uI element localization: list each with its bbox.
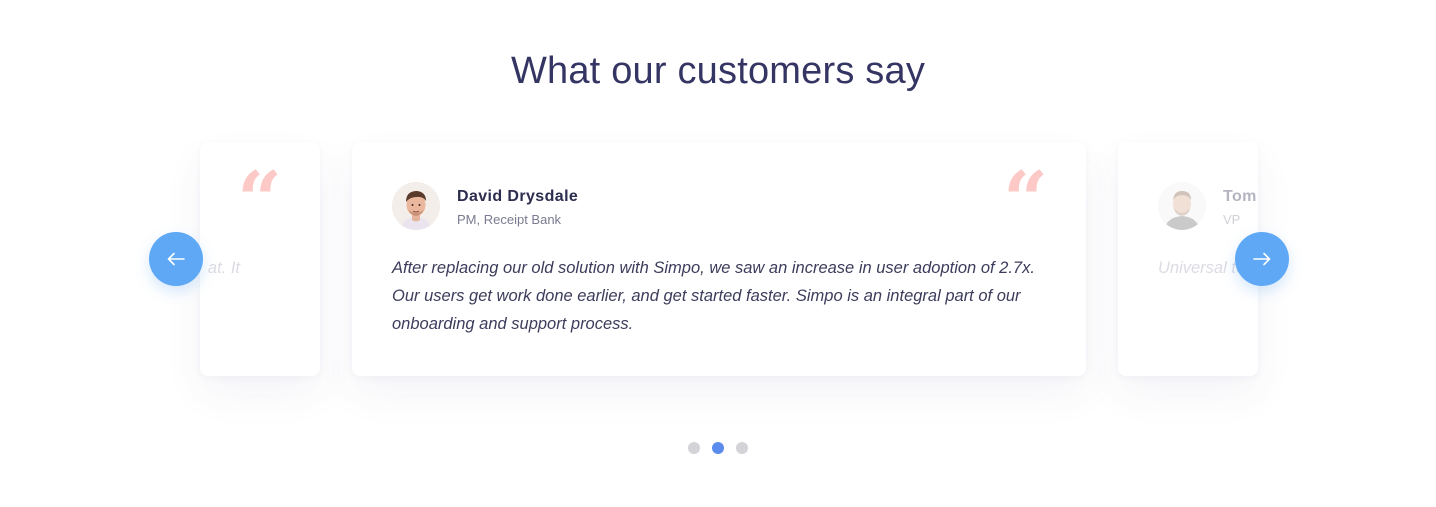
section-title: What our customers say (510, 50, 926, 92)
testimonial-author-name: Tom (1223, 188, 1257, 205)
arrow-left-icon (167, 252, 185, 266)
pagination-dots (0, 442, 1436, 454)
avatar-person-icon (1158, 182, 1206, 230)
avatar-person-icon (392, 182, 440, 230)
testimonials-section: What our customers say “ at. It David Dr… (0, 0, 1436, 507)
next-testimonial-button[interactable] (1235, 232, 1289, 286)
testimonial-card-previous[interactable]: “ at. It (200, 142, 320, 376)
testimonial-text: at. It (207, 259, 240, 277)
testimonial-author-role: PM, Receipt Bank (457, 212, 562, 227)
quote-mark-icon: “ (237, 155, 282, 246)
testimonial-author-name: David Drysdale (457, 188, 579, 205)
arrow-right-icon (1253, 252, 1271, 266)
pagination-dot-1[interactable] (688, 442, 700, 454)
testimonial-author-role: VP (1223, 212, 1241, 227)
quote-mark-icon: “ (1003, 155, 1048, 246)
previous-testimonial-button[interactable] (149, 232, 203, 286)
testimonial-text: After replacing our old solution with Si… (392, 259, 1035, 333)
pagination-dot-2[interactable] (712, 442, 724, 454)
testimonial-card-current: David Drysdale PM, Receipt Bank “ After … (352, 142, 1086, 376)
avatar (392, 182, 440, 230)
avatar (1158, 182, 1206, 230)
pagination-dot-3[interactable] (736, 442, 748, 454)
